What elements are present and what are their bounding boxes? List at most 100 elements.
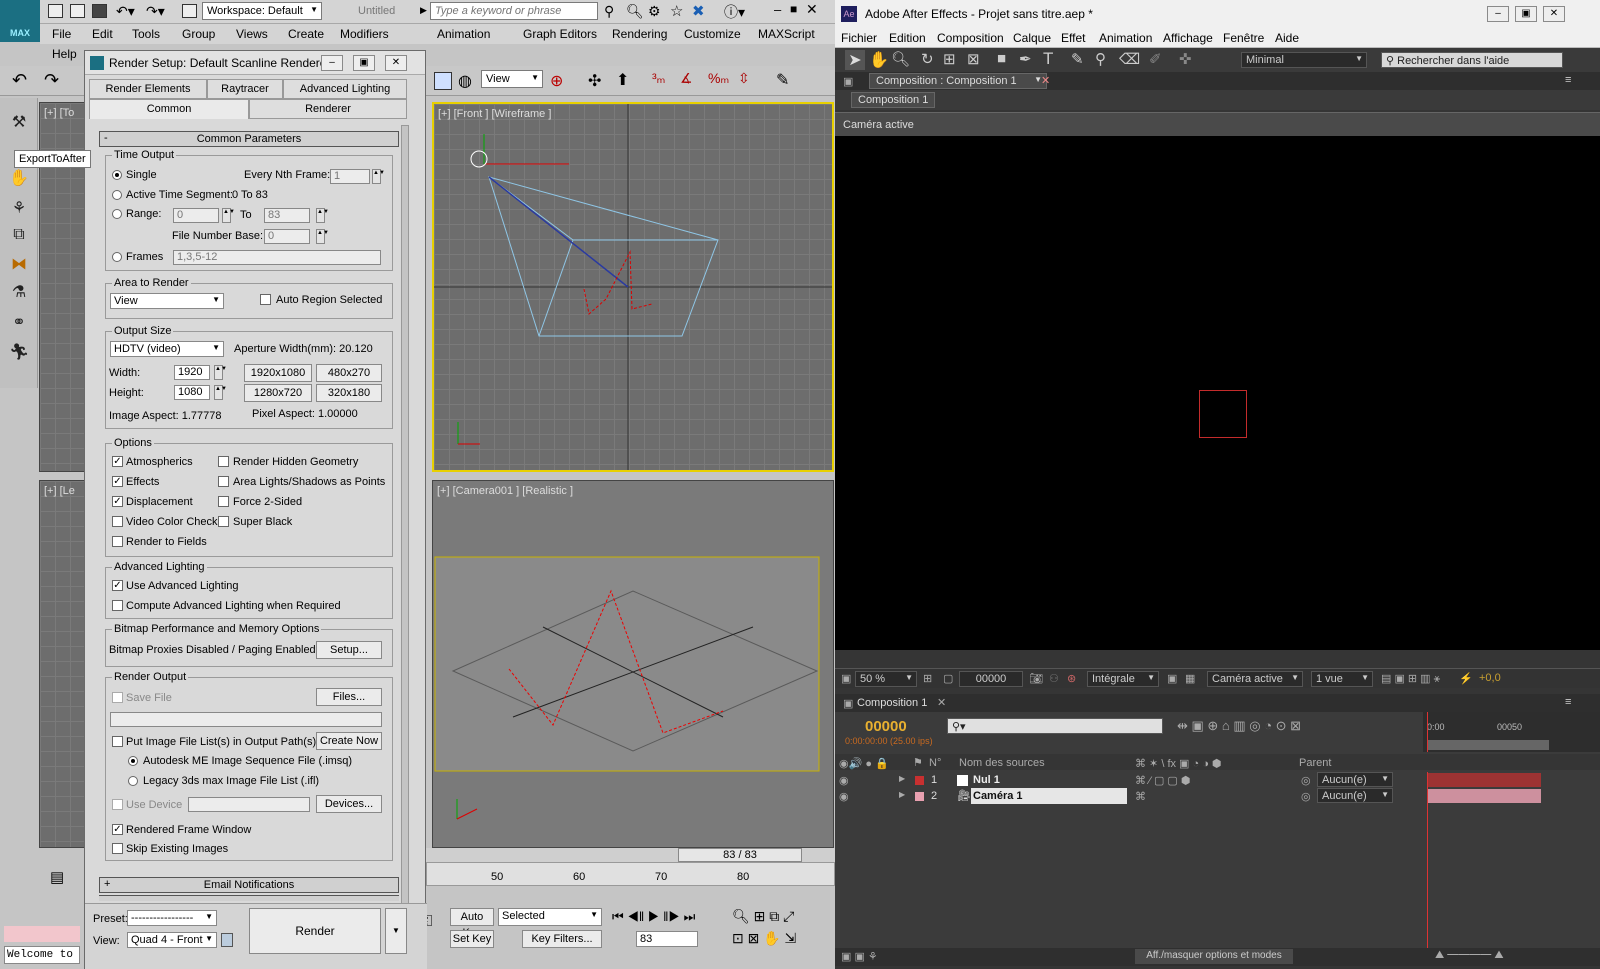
toggle-pixel-aspect-icon[interactable]: ▤ ▣ ⊞ ▥ ⚹ bbox=[1381, 672, 1440, 686]
ae-menu-aide[interactable]: Aide bbox=[1275, 31, 1299, 45]
menu-customize[interactable]: Customize bbox=[684, 27, 741, 41]
undo-icon[interactable]: ↶ bbox=[12, 70, 27, 91]
view-dropdown[interactable]: Quad 4 - Front ▼ bbox=[127, 932, 217, 948]
view-layout-dropdown[interactable]: 1 vue ▼ bbox=[1311, 671, 1373, 687]
new-icon[interactable] bbox=[48, 4, 63, 18]
layer-duration-bar[interactable] bbox=[1427, 789, 1541, 803]
every-nth-spinner[interactable]: ▲▼ bbox=[372, 169, 385, 184]
range-radio[interactable] bbox=[112, 209, 122, 219]
minimize-icon[interactable]: – bbox=[774, 2, 781, 17]
range-to-spinner[interactable]: ▲▼ bbox=[316, 208, 329, 223]
menu-tools[interactable]: Tools bbox=[132, 27, 160, 41]
axis-constraint-icon[interactable]: ✣ bbox=[588, 71, 601, 91]
tab-raytracer[interactable]: Raytracer bbox=[207, 79, 283, 99]
hand-tool-icon[interactable]: ✋ bbox=[869, 50, 889, 70]
safe-zones-icon[interactable]: ⊞ bbox=[923, 672, 932, 685]
binoculars-icon[interactable]: ⚲ bbox=[604, 3, 614, 20]
reset-exposure-icon[interactable]: ⚡ bbox=[1459, 672, 1473, 685]
viewport-nav-icons[interactable]: 🔍︎ ⊞ ⧉ ⤢ bbox=[732, 908, 794, 925]
exchange-icon[interactable]: ✖ bbox=[692, 2, 705, 20]
pen-tool-icon[interactable]: ✒ bbox=[1019, 50, 1032, 68]
preset-320x180-button[interactable]: 320x180 bbox=[316, 384, 382, 402]
timeline-current-time[interactable]: 00000 bbox=[865, 718, 907, 735]
lock-icon[interactable] bbox=[221, 933, 233, 947]
close-icon[interactable]: ✕ bbox=[806, 1, 818, 18]
viewport-left-label[interactable]: [+] [Le bbox=[44, 485, 75, 497]
comp-viewer-canvas[interactable] bbox=[835, 136, 1600, 650]
area-lights-checkbox[interactable] bbox=[218, 476, 229, 487]
link-icon[interactable]: ⚭ bbox=[8, 312, 30, 334]
menu-file[interactable]: File bbox=[52, 27, 71, 41]
subscription-icon[interactable]: ⚙ bbox=[648, 3, 661, 20]
region-of-interest-icon[interactable]: ▣ bbox=[1167, 672, 1177, 685]
preset-1280x720-button[interactable]: 1280x720 bbox=[244, 384, 312, 402]
current-frame-field[interactable] bbox=[636, 931, 698, 947]
menu-views[interactable]: Views bbox=[236, 27, 268, 41]
hierarchy-icon[interactable]: ⚘ bbox=[8, 198, 30, 220]
height-field[interactable]: 1080 bbox=[174, 385, 210, 400]
ae-menu-edition[interactable]: Edition bbox=[889, 31, 926, 45]
zoom-tool-icon[interactable]: 🔍︎ bbox=[891, 50, 910, 68]
layer-name[interactable]: Nul 1 bbox=[973, 774, 1000, 786]
viewport-front[interactable]: [+] [Front ] [Wireframe ] bbox=[432, 102, 834, 472]
always-preview-icon[interactable]: ▣ bbox=[841, 672, 851, 685]
export-to-after-icon[interactable]: ⚒ bbox=[8, 112, 30, 134]
percent-snap-icon[interactable]: %ₘ bbox=[708, 70, 729, 87]
camera-tool-icon[interactable]: ⊞ bbox=[943, 50, 956, 68]
menu-maxscript[interactable]: MAXScript bbox=[758, 27, 815, 41]
work-area-bar[interactable] bbox=[1427, 740, 1549, 750]
tab-common[interactable]: Common bbox=[89, 99, 249, 119]
height-spinner[interactable]: ▲▼ bbox=[214, 385, 227, 400]
comp-flowchart-tab[interactable]: Composition 1 bbox=[851, 92, 936, 108]
create-now-button[interactable]: Create Now bbox=[316, 732, 382, 750]
frames-radio[interactable] bbox=[112, 252, 122, 262]
viewport-left[interactable]: [+] [Le bbox=[39, 480, 86, 848]
legacy-ifl-radio[interactable] bbox=[128, 776, 138, 786]
welcome-text[interactable]: Welcome to bbox=[4, 946, 80, 964]
show-snapshot-icon[interactable]: ⚇ bbox=[1049, 672, 1059, 685]
save-file-checkbox[interactable] bbox=[112, 692, 123, 703]
render-hidden-geometry-checkbox[interactable] bbox=[218, 456, 229, 467]
menu-edit[interactable]: Edit bbox=[92, 27, 113, 41]
motion-icon[interactable]: ⧉ bbox=[8, 226, 30, 248]
bitmap-setup-button[interactable]: Setup... bbox=[316, 641, 382, 659]
channel-icon[interactable]: ⊛ bbox=[1067, 672, 1076, 685]
video-color-check-checkbox[interactable] bbox=[112, 516, 123, 527]
range-from-field[interactable]: 0 bbox=[173, 208, 219, 223]
auto-region-checkbox[interactable] bbox=[260, 294, 271, 305]
menu-animation[interactable]: Animation bbox=[437, 27, 490, 41]
layer-name[interactable]: Caméra 1 bbox=[973, 790, 1023, 802]
magnification-dropdown[interactable]: 50 % ▼ bbox=[855, 671, 917, 687]
tab-render-elements[interactable]: Render Elements bbox=[89, 79, 207, 99]
transparency-grid-icon[interactable]: ▦ bbox=[1185, 672, 1195, 685]
devices-button[interactable]: Devices... bbox=[316, 795, 382, 813]
width-spinner[interactable]: ▲▼ bbox=[214, 365, 227, 380]
select-icon[interactable] bbox=[434, 72, 452, 90]
dialog-scrollbar[interactable] bbox=[401, 125, 409, 937]
reference-coord-dropdown[interactable]: View ▼ bbox=[481, 70, 543, 88]
parent-dropdown[interactable]: Aucun(e) ▼ bbox=[1317, 788, 1393, 803]
eraser-tool-icon[interactable]: ⌫ bbox=[1119, 50, 1140, 68]
lock-icon[interactable]: ▣ bbox=[843, 75, 853, 88]
skip-existing-images-checkbox[interactable] bbox=[112, 843, 123, 854]
null-layer-outline[interactable] bbox=[1199, 390, 1247, 438]
mirror-icon[interactable]: ⧓ bbox=[8, 254, 30, 276]
ae-menu-fenetre[interactable]: Fenêtre bbox=[1223, 31, 1264, 45]
range-from-spinner[interactable]: ▲▼ bbox=[222, 208, 235, 223]
comp-panel-tab[interactable]: Composition : Composition 1 ▼ bbox=[869, 73, 1047, 89]
render-to-fields-checkbox[interactable] bbox=[112, 536, 123, 547]
menu-help[interactable]: Help bbox=[52, 47, 77, 61]
menu-create[interactable]: Create bbox=[288, 27, 324, 41]
puppet-tool-icon[interactable]: ✜ bbox=[1179, 50, 1192, 68]
spinner-snap-icon[interactable]: ⇳ bbox=[738, 70, 750, 87]
3d-view-dropdown[interactable]: Caméra active ▼ bbox=[1207, 671, 1303, 687]
zoom-slider-icons[interactable]: ⛰ ━━━━ ⛰ bbox=[1435, 949, 1504, 962]
maximize-icon[interactable]: ▣ bbox=[1515, 6, 1537, 22]
redo-icon[interactable]: ↷▾ bbox=[146, 3, 165, 20]
time-ruler[interactable]: 0:00 00050 bbox=[1423, 712, 1600, 752]
maximize-icon[interactable]: ▣ bbox=[353, 55, 375, 71]
frames-field[interactable]: 1,3,5-12 bbox=[173, 250, 381, 265]
ae-menu-affichage[interactable]: Affichage bbox=[1163, 31, 1213, 45]
toggle-switches-modes-button[interactable]: Aff./masquer options et modes bbox=[1135, 949, 1293, 964]
open-icon[interactable] bbox=[70, 4, 85, 18]
